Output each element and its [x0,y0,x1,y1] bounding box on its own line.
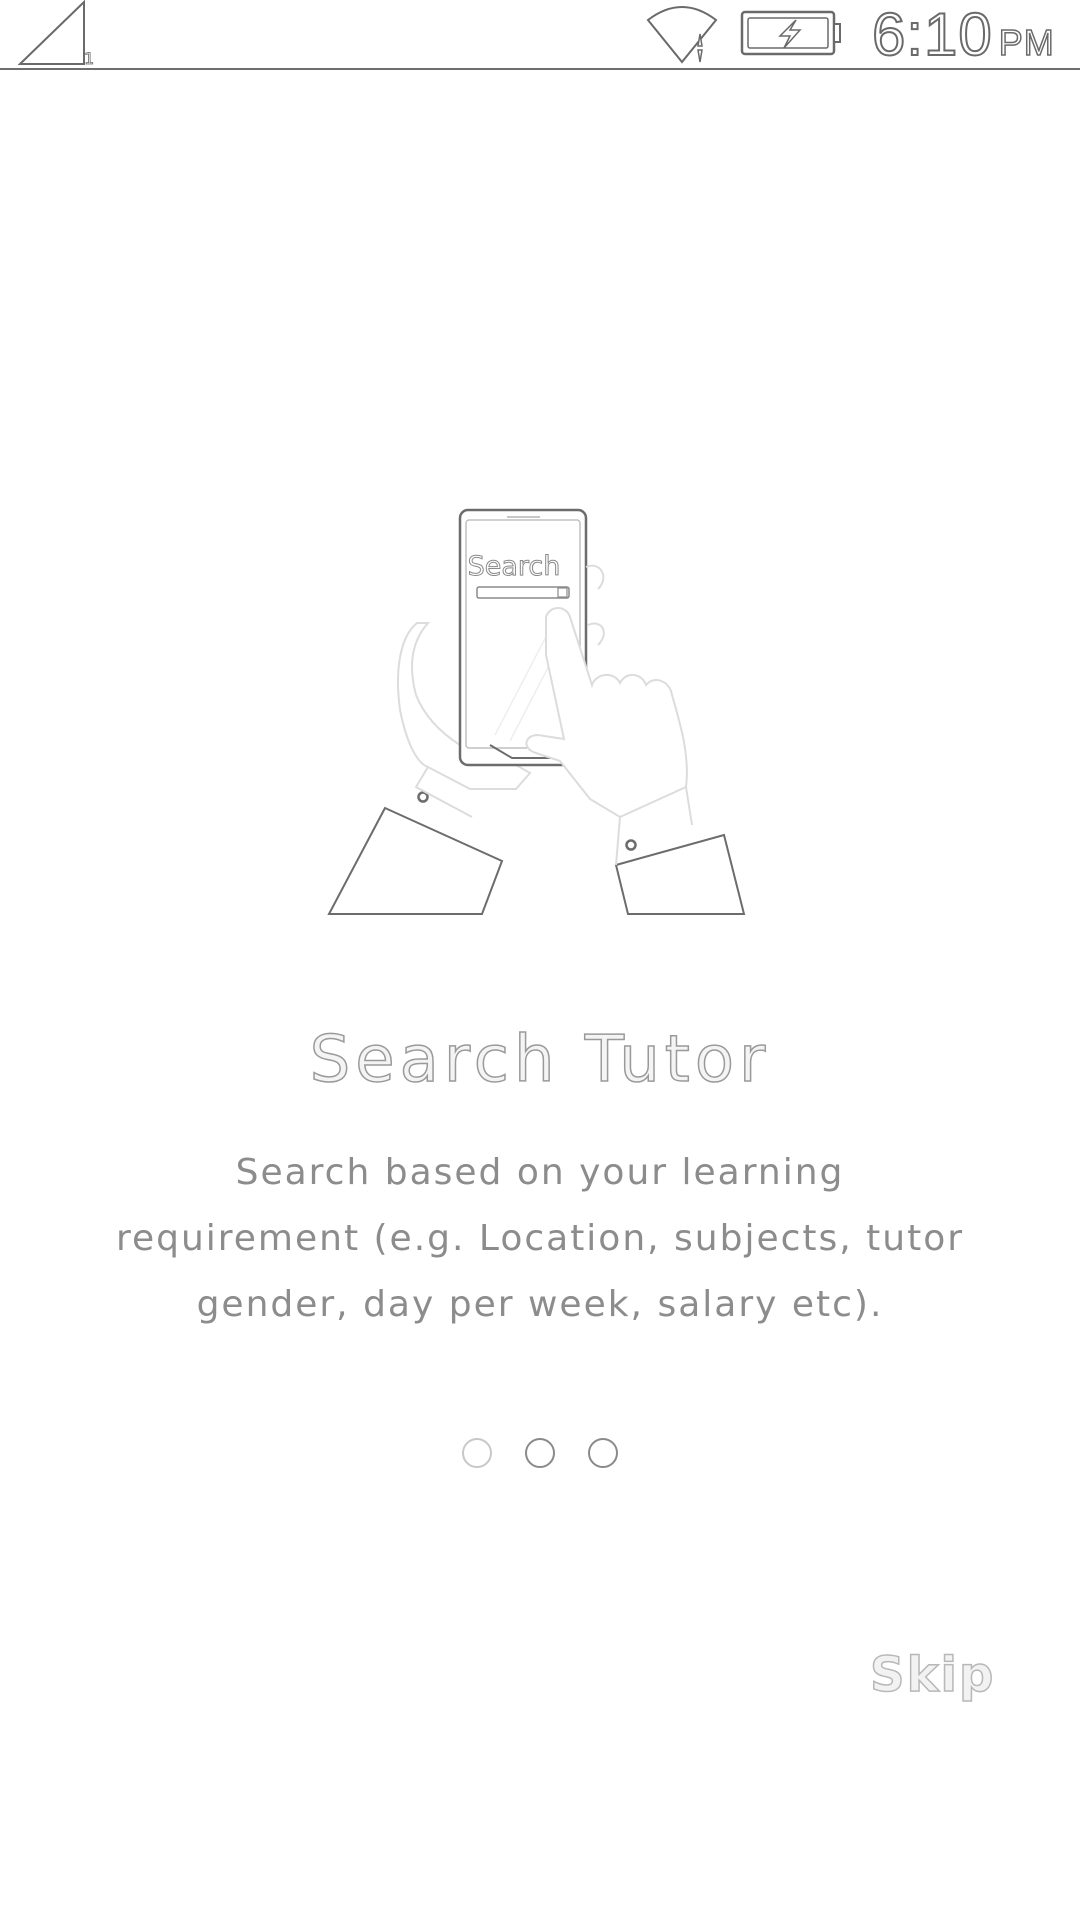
page-dot-1[interactable] [461,1438,492,1468]
page-indicator [0,1438,1080,1478]
status-ampm: PM [998,21,1055,64]
status-bar: 1 6:10 PM [0,0,1080,70]
battery-charging-icon [740,10,841,56]
wifi-icon [646,6,718,64]
page-dot-3[interactable] [588,1438,619,1468]
onboarding-description: Search based on your learning requiremen… [115,1152,965,1325]
cellular-signal-icon: 1 [18,0,95,68]
status-clock: 6:10 PM [871,0,1055,69]
illustration-search-text: Search [468,551,561,582]
page-dot-2[interactable] [525,1438,555,1468]
status-time: 6:10 [871,0,993,69]
sim-number-label: 1 [84,49,94,68]
onboarding-title: Search Tutor [309,1022,771,1098]
hands-holding-phone-icon: Search [327,508,746,915]
skip-button[interactable]: Skip [869,1640,994,1710]
